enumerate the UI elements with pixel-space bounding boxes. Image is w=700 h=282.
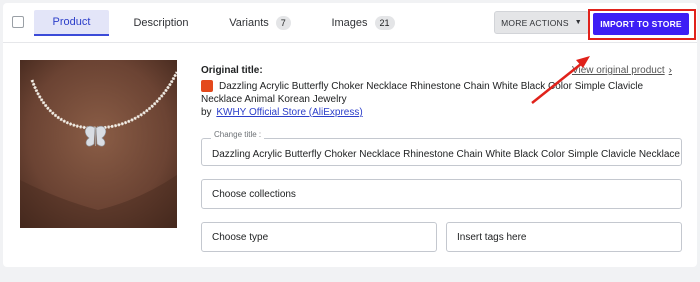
change-title-value: Dazzling Acrylic Butterfly Choker Neckla…: [212, 149, 681, 160]
images-count-badge: 21: [374, 16, 395, 30]
collections-placeholder: Choose collections: [212, 188, 296, 200]
more-actions-button[interactable]: MORE ACTIONS ▼: [494, 11, 589, 34]
change-title-input[interactable]: Dazzling Acrylic Butterfly Choker Neckla…: [201, 138, 682, 166]
tab-product-label: Product: [52, 16, 91, 28]
collections-select[interactable]: Choose collections: [201, 179, 682, 209]
product-image: [20, 60, 177, 228]
byline-prefix: by: [201, 107, 212, 118]
store-link[interactable]: KWHY Official Store (AliExpress): [216, 107, 362, 118]
import-to-store-button[interactable]: IMPORT TO STORE: [593, 13, 689, 35]
view-original-label: View original product: [572, 65, 665, 76]
tab-images[interactable]: Images 21: [328, 10, 398, 36]
tags-placeholder: Insert tags here: [457, 231, 527, 243]
original-title-text: Dazzling Acrylic Butterfly Choker Neckla…: [201, 81, 644, 105]
type-placeholder: Choose type: [212, 231, 269, 243]
product-card: Product Description Variants 7 Images 21…: [3, 3, 697, 267]
tab-description[interactable]: Description: [121, 10, 201, 36]
tab-description-label: Description: [133, 17, 189, 29]
change-title-label: Change title :: [211, 130, 265, 139]
import-highlight-box: IMPORT TO STORE: [588, 9, 696, 40]
more-actions-label: MORE ACTIONS: [501, 17, 569, 28]
tab-images-label: Images: [331, 17, 368, 29]
tab-variants[interactable]: Variants 7: [225, 10, 295, 36]
original-title-label: Original title:: [201, 65, 263, 76]
tab-variants-label: Variants: [229, 17, 269, 29]
import-label: IMPORT TO STORE: [600, 19, 682, 29]
chevron-down-icon: ▼: [574, 19, 582, 26]
tab-product[interactable]: Product: [34, 10, 109, 36]
select-checkbox[interactable]: [12, 16, 24, 28]
type-select[interactable]: Choose type: [201, 222, 437, 252]
store-byline: by KWHY Official Store (AliExpress): [201, 107, 363, 118]
tab-bar: Product Description Variants 7 Images 21…: [3, 3, 697, 43]
variants-count-badge: 7: [275, 16, 291, 30]
chevron-right-icon: ›: [668, 65, 672, 76]
tags-input[interactable]: Insert tags here: [446, 222, 682, 252]
view-original-link[interactable]: View original product ›: [572, 65, 672, 76]
